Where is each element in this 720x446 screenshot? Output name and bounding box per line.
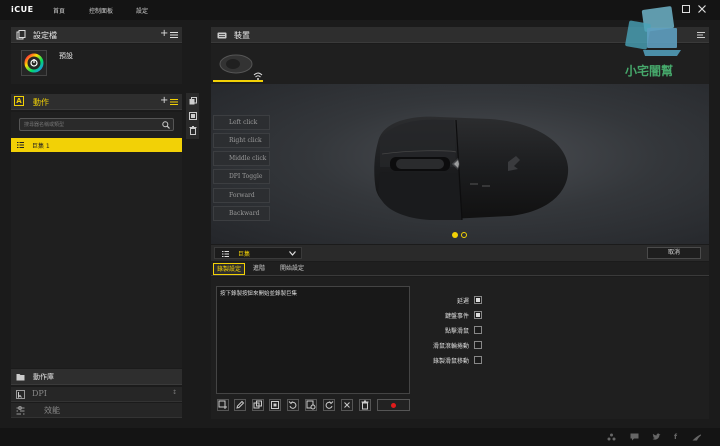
library-title: 動作庫 [33, 373, 54, 381]
key-forward[interactable]: Forward [213, 188, 270, 203]
profile-name[interactable]: 預設 [59, 51, 73, 61]
facebook-icon[interactable]: f [674, 433, 683, 441]
close-button[interactable] [696, 3, 708, 15]
close-icon [344, 402, 350, 408]
key-backward[interactable]: Backward [213, 206, 270, 221]
key-middle-click[interactable]: Middle click [213, 151, 270, 166]
watermark: 小宅闇幫 [617, 4, 689, 80]
option-delay-label: 延遲 [456, 298, 469, 305]
duplicate-icon[interactable] [189, 112, 197, 120]
paste-event-button[interactable] [269, 399, 281, 411]
add-action-icon[interactable]: + [160, 95, 168, 106]
key-left-click[interactable]: Left click [213, 115, 270, 130]
action-item-macro[interactable]: 巨集 1 [11, 138, 182, 152]
paste-icon [271, 401, 279, 409]
insert-icon [306, 400, 316, 410]
mouse-thumbnail-icon [219, 54, 263, 80]
selected-device-indicator [213, 80, 263, 82]
pencil-icon [236, 400, 245, 409]
actions-title: 動作 [33, 98, 49, 107]
close-icon [698, 5, 706, 13]
nodes-icon[interactable] [607, 433, 616, 441]
action-search-input[interactable] [19, 118, 174, 131]
add-event-button[interactable] [217, 399, 229, 411]
delete-icon[interactable] [189, 126, 197, 135]
edit-button[interactable] [234, 399, 246, 411]
cursor-dpi-icon [16, 390, 25, 399]
keyboard-icon [217, 32, 227, 39]
add-event-icon [218, 400, 227, 409]
library-item-label: 效能 [44, 406, 60, 415]
action-type-value: 巨集 [238, 251, 251, 258]
option-scroll-label: 滑鼠滾輪捲動 [432, 343, 469, 350]
record-button[interactable] [377, 399, 410, 411]
profiles-icon [16, 30, 26, 40]
chevron-down-icon [289, 251, 296, 256]
device-title: 裝置 [234, 31, 250, 40]
performance-icon [16, 406, 25, 415]
device-menu-icon[interactable] [697, 31, 705, 39]
macro-record-area[interactable]: 按下錄製按鈕來開始並錄製巨集 [216, 286, 410, 394]
carousel-dot-active[interactable] [452, 232, 458, 238]
library-item-performance[interactable]: 效能 [11, 403, 182, 418]
actions-menu-icon[interactable] [170, 98, 178, 106]
tab-settings[interactable]: 設定 [136, 6, 148, 15]
profiles-menu-icon[interactable] [170, 31, 178, 39]
chat-icon[interactable] [630, 433, 639, 441]
redo-icon [325, 401, 334, 409]
copy-icon [253, 400, 262, 409]
option-mouse-click-label: 點擊滑鼠 [444, 328, 469, 335]
library-item-dpi[interactable]: DPI ↕ [11, 387, 182, 402]
option-mouse-move-label: 錄製滑鼠移動 [432, 358, 469, 365]
redo-button[interactable] [323, 399, 335, 411]
key-right-click[interactable]: Right click [213, 133, 270, 148]
cancel-button[interactable]: 取消 [647, 247, 701, 259]
clear-button[interactable] [359, 399, 371, 411]
copy-icon[interactable] [189, 97, 197, 105]
add-profile-icon[interactable]: + [160, 28, 168, 39]
profiles-title: 設定檔 [33, 31, 57, 40]
action-item-label: 巨集 1 [32, 143, 50, 150]
tab-home[interactable]: 首頁 [53, 6, 65, 15]
action-type-select[interactable]: 巨集 [214, 247, 302, 259]
option-keyboard-events-label: 鍵盤事件 [444, 313, 469, 320]
twitter-icon[interactable] [652, 433, 661, 441]
watermark-icon [625, 6, 681, 56]
app-logo: iCUE [11, 5, 34, 14]
option-mouse-click-checkbox[interactable] [474, 326, 482, 334]
list-icon [222, 251, 229, 257]
option-keyboard-events-checkbox[interactable] [474, 311, 482, 319]
insert-delay-button[interactable] [305, 399, 317, 411]
tab-record-settings[interactable]: 錄製設定 [213, 263, 246, 275]
option-scroll-checkbox[interactable] [474, 341, 482, 349]
mouse-image [374, 116, 569, 221]
option-delay-checkbox[interactable] [474, 296, 482, 304]
option-mouse-move-checkbox[interactable] [474, 356, 482, 364]
folder-icon [16, 374, 25, 381]
undo-icon [288, 401, 297, 409]
watermark-text: 小宅闇幫 [625, 64, 674, 78]
actions-icon: A [14, 96, 24, 106]
tab-start-settings[interactable]: 開始設定 [277, 263, 307, 275]
tab-advanced[interactable]: 進階 [250, 263, 268, 275]
delete-icon [361, 400, 369, 410]
expand-icon[interactable]: ↕ [172, 389, 177, 396]
corsair-logo-icon[interactable] [692, 433, 701, 441]
device-thumbnail[interactable] [213, 50, 265, 82]
icue-ring-icon [24, 53, 44, 73]
tab-dashboard[interactable]: 控制面板 [89, 6, 113, 15]
list-icon [17, 142, 24, 148]
record-icon [391, 403, 396, 408]
library-item-label: DPI [32, 389, 47, 398]
carousel-dot[interactable] [461, 232, 467, 238]
key-dpi-toggle[interactable]: DPI Toggle [213, 169, 270, 184]
record-hint: 按下錄製按鈕來開始並錄製巨集 [220, 291, 298, 297]
undo-button[interactable] [287, 399, 299, 411]
copy-event-button[interactable] [252, 399, 264, 411]
profile-thumbnail[interactable] [21, 50, 47, 76]
remove-event-button[interactable] [341, 399, 353, 411]
search-icon[interactable] [162, 121, 170, 129]
